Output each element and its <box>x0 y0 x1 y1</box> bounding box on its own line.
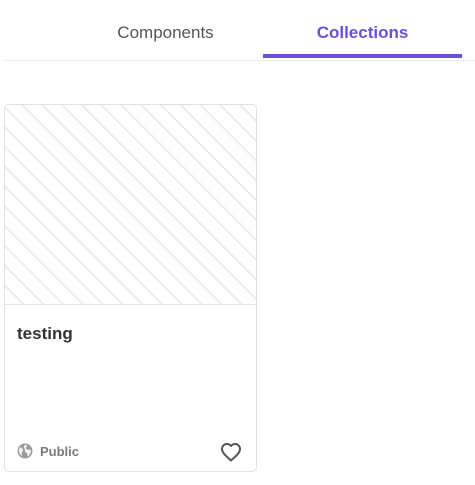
collection-card[interactable]: testing Public <box>4 104 257 472</box>
collection-title: testing <box>17 324 73 343</box>
tab-bar: Components Collections <box>4 0 475 61</box>
heart-icon[interactable] <box>219 440 243 464</box>
globe-icon <box>17 443 33 459</box>
collection-thumbnail-placeholder <box>5 105 256 305</box>
visibility-label: Public <box>40 443 80 459</box>
active-tab-indicator <box>263 54 462 58</box>
tab-collections[interactable]: Collections <box>263 0 462 58</box>
collection-visibility: Public <box>17 439 79 463</box>
tab-components[interactable]: Components <box>68 0 263 58</box>
